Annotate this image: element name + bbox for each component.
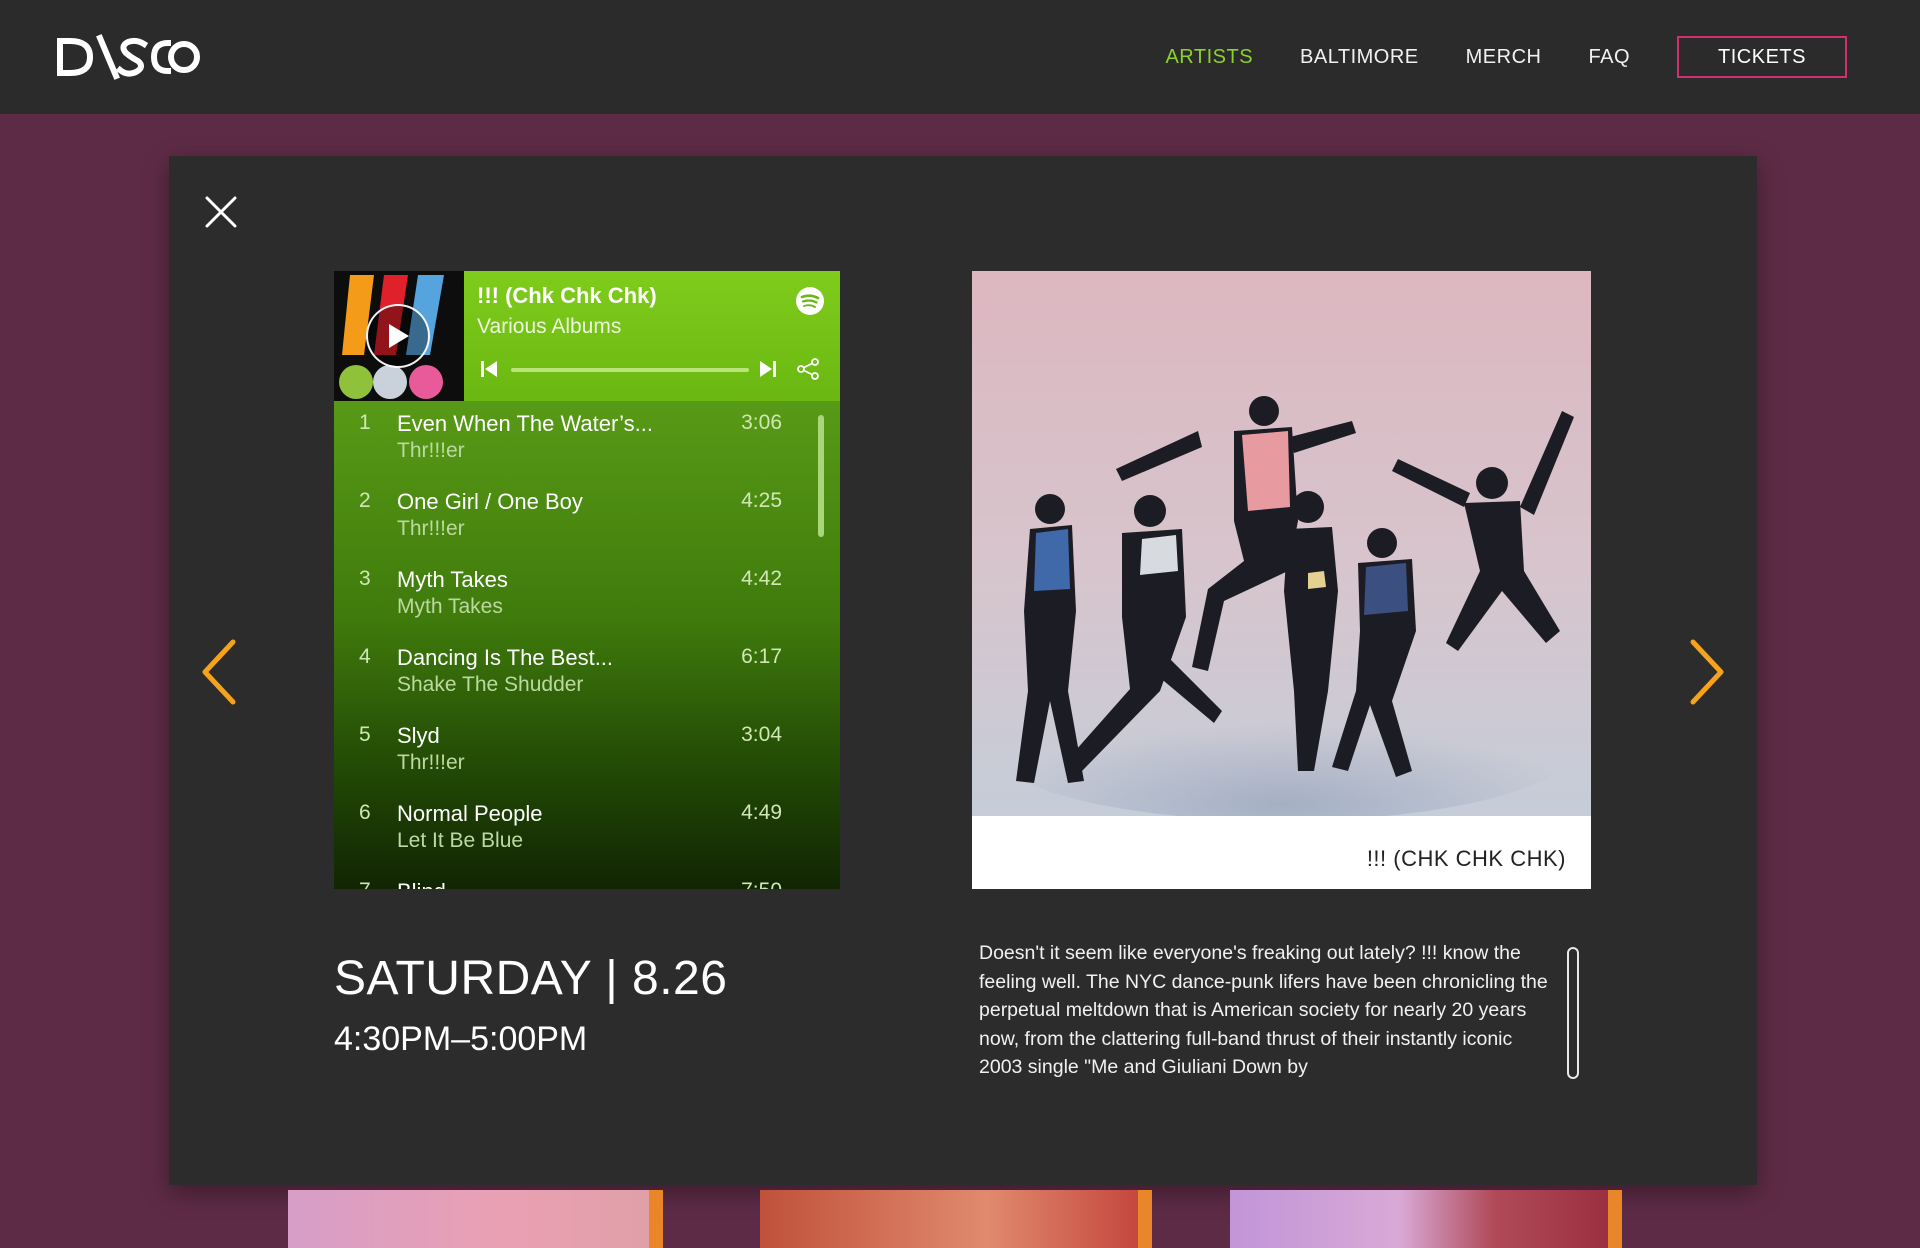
close-icon[interactable] [203, 194, 239, 230]
scrollbar-thumb[interactable] [1570, 951, 1576, 995]
track-album: Thr!!!er [397, 439, 465, 462]
description-scrollbar[interactable] [1567, 947, 1579, 1079]
artist-modal: !!! (Chk Chk Chk) Various Albums 1 Even … [169, 156, 1757, 1185]
track-name: Dancing Is The Best... [397, 645, 614, 670]
track-row[interactable]: 7 Blind 7:50 [334, 869, 840, 889]
chevron-right-icon[interactable] [1685, 636, 1729, 708]
nav-artists[interactable]: ARTISTS [1165, 46, 1253, 69]
event-day-date: SATURDAY | 8.26 [334, 952, 728, 1005]
event-time-range: 4:30PM–5:00PM [334, 1020, 588, 1058]
play-button[interactable] [366, 304, 430, 368]
player-header: !!! (Chk Chk Chk) Various Albums [334, 271, 840, 401]
track-duration: 4:49 [741, 801, 782, 824]
track-duration: 4:25 [741, 489, 782, 512]
skip-next-icon[interactable] [758, 359, 778, 379]
artist-photo-card: !!! (CHK CHK CHK) [972, 271, 1591, 889]
artist-photo [972, 271, 1591, 816]
track-number: 6 [359, 801, 371, 824]
spotify-icon[interactable] [795, 286, 825, 316]
disco-logo[interactable] [56, 30, 201, 84]
track-number: 4 [359, 645, 371, 668]
artist-description: Doesn't it seem like everyone's freaking… [979, 942, 1548, 1079]
progress-bar[interactable] [511, 368, 749, 372]
skip-previous-icon[interactable] [479, 359, 499, 379]
track-name: Slyd [397, 723, 440, 748]
share-icon[interactable] [796, 357, 820, 381]
track-album: Shake The Shudder [397, 673, 584, 696]
track-row[interactable]: 1 Even When The Water’s... Thr!!!er 3:06 [334, 401, 840, 479]
track-number: 3 [359, 567, 371, 590]
main-nav: ARTISTS BALTIMORE MERCH FAQ TICKETS [1165, 0, 1920, 114]
player-subtitle: Various Albums [477, 315, 622, 338]
chevron-left-icon[interactable] [197, 636, 241, 708]
artist-thumbnail[interactable] [760, 1190, 1152, 1248]
track-number: 7 [359, 879, 371, 889]
track-duration: 7:50 [741, 879, 782, 889]
track-album: Let It Be Blue [397, 829, 524, 852]
play-icon [389, 324, 409, 348]
track-row[interactable]: 4 Dancing Is The Best... Shake The Shudd… [334, 635, 840, 713]
track-row[interactable]: 3 Myth Takes Myth Takes 4:42 [334, 557, 840, 635]
track-duration: 6:17 [741, 645, 782, 668]
track-album: Thr!!!er [397, 517, 465, 540]
tickets-button[interactable]: TICKETS [1677, 36, 1847, 78]
spotify-player: !!! (Chk Chk Chk) Various Albums 1 Even … [334, 271, 840, 889]
track-duration: 3:06 [741, 411, 782, 434]
artist-thumbnail[interactable] [1230, 1190, 1622, 1248]
track-duration: 4:42 [741, 567, 782, 590]
track-number: 1 [359, 411, 371, 434]
tracklist-scrollbar[interactable] [818, 415, 824, 537]
artist-thumbnail[interactable] [288, 1190, 663, 1248]
track-row[interactable]: 2 One Girl / One Boy Thr!!!er 4:25 [334, 479, 840, 557]
album-cover [334, 271, 464, 401]
site-header: ARTISTS BALTIMORE MERCH FAQ TICKETS [0, 0, 1920, 114]
track-album: Thr!!!er [397, 751, 465, 774]
track-name: Myth Takes [397, 567, 508, 592]
track-name: Normal People [397, 801, 543, 826]
track-name: Even When The Water’s... [397, 411, 653, 436]
nav-merch[interactable]: MERCH [1466, 46, 1542, 69]
nav-baltimore[interactable]: BALTIMORE [1300, 46, 1419, 69]
track-number: 2 [359, 489, 371, 512]
track-album: Myth Takes [397, 595, 503, 618]
nav-faq[interactable]: FAQ [1588, 46, 1630, 69]
track-list: 1 Even When The Water’s... Thr!!!er 3:06… [334, 401, 840, 889]
player-title: !!! (Chk Chk Chk) [477, 283, 657, 308]
track-row[interactable]: 5 Slyd Thr!!!er 3:04 [334, 713, 840, 791]
track-duration: 3:04 [741, 723, 782, 746]
track-row[interactable]: 6 Normal People Let It Be Blue 4:49 [334, 791, 840, 869]
track-name: One Girl / One Boy [397, 489, 583, 514]
track-name: Blind [397, 879, 446, 889]
track-number: 5 [359, 723, 371, 746]
photo-caption: !!! (CHK CHK CHK) [1366, 846, 1566, 871]
